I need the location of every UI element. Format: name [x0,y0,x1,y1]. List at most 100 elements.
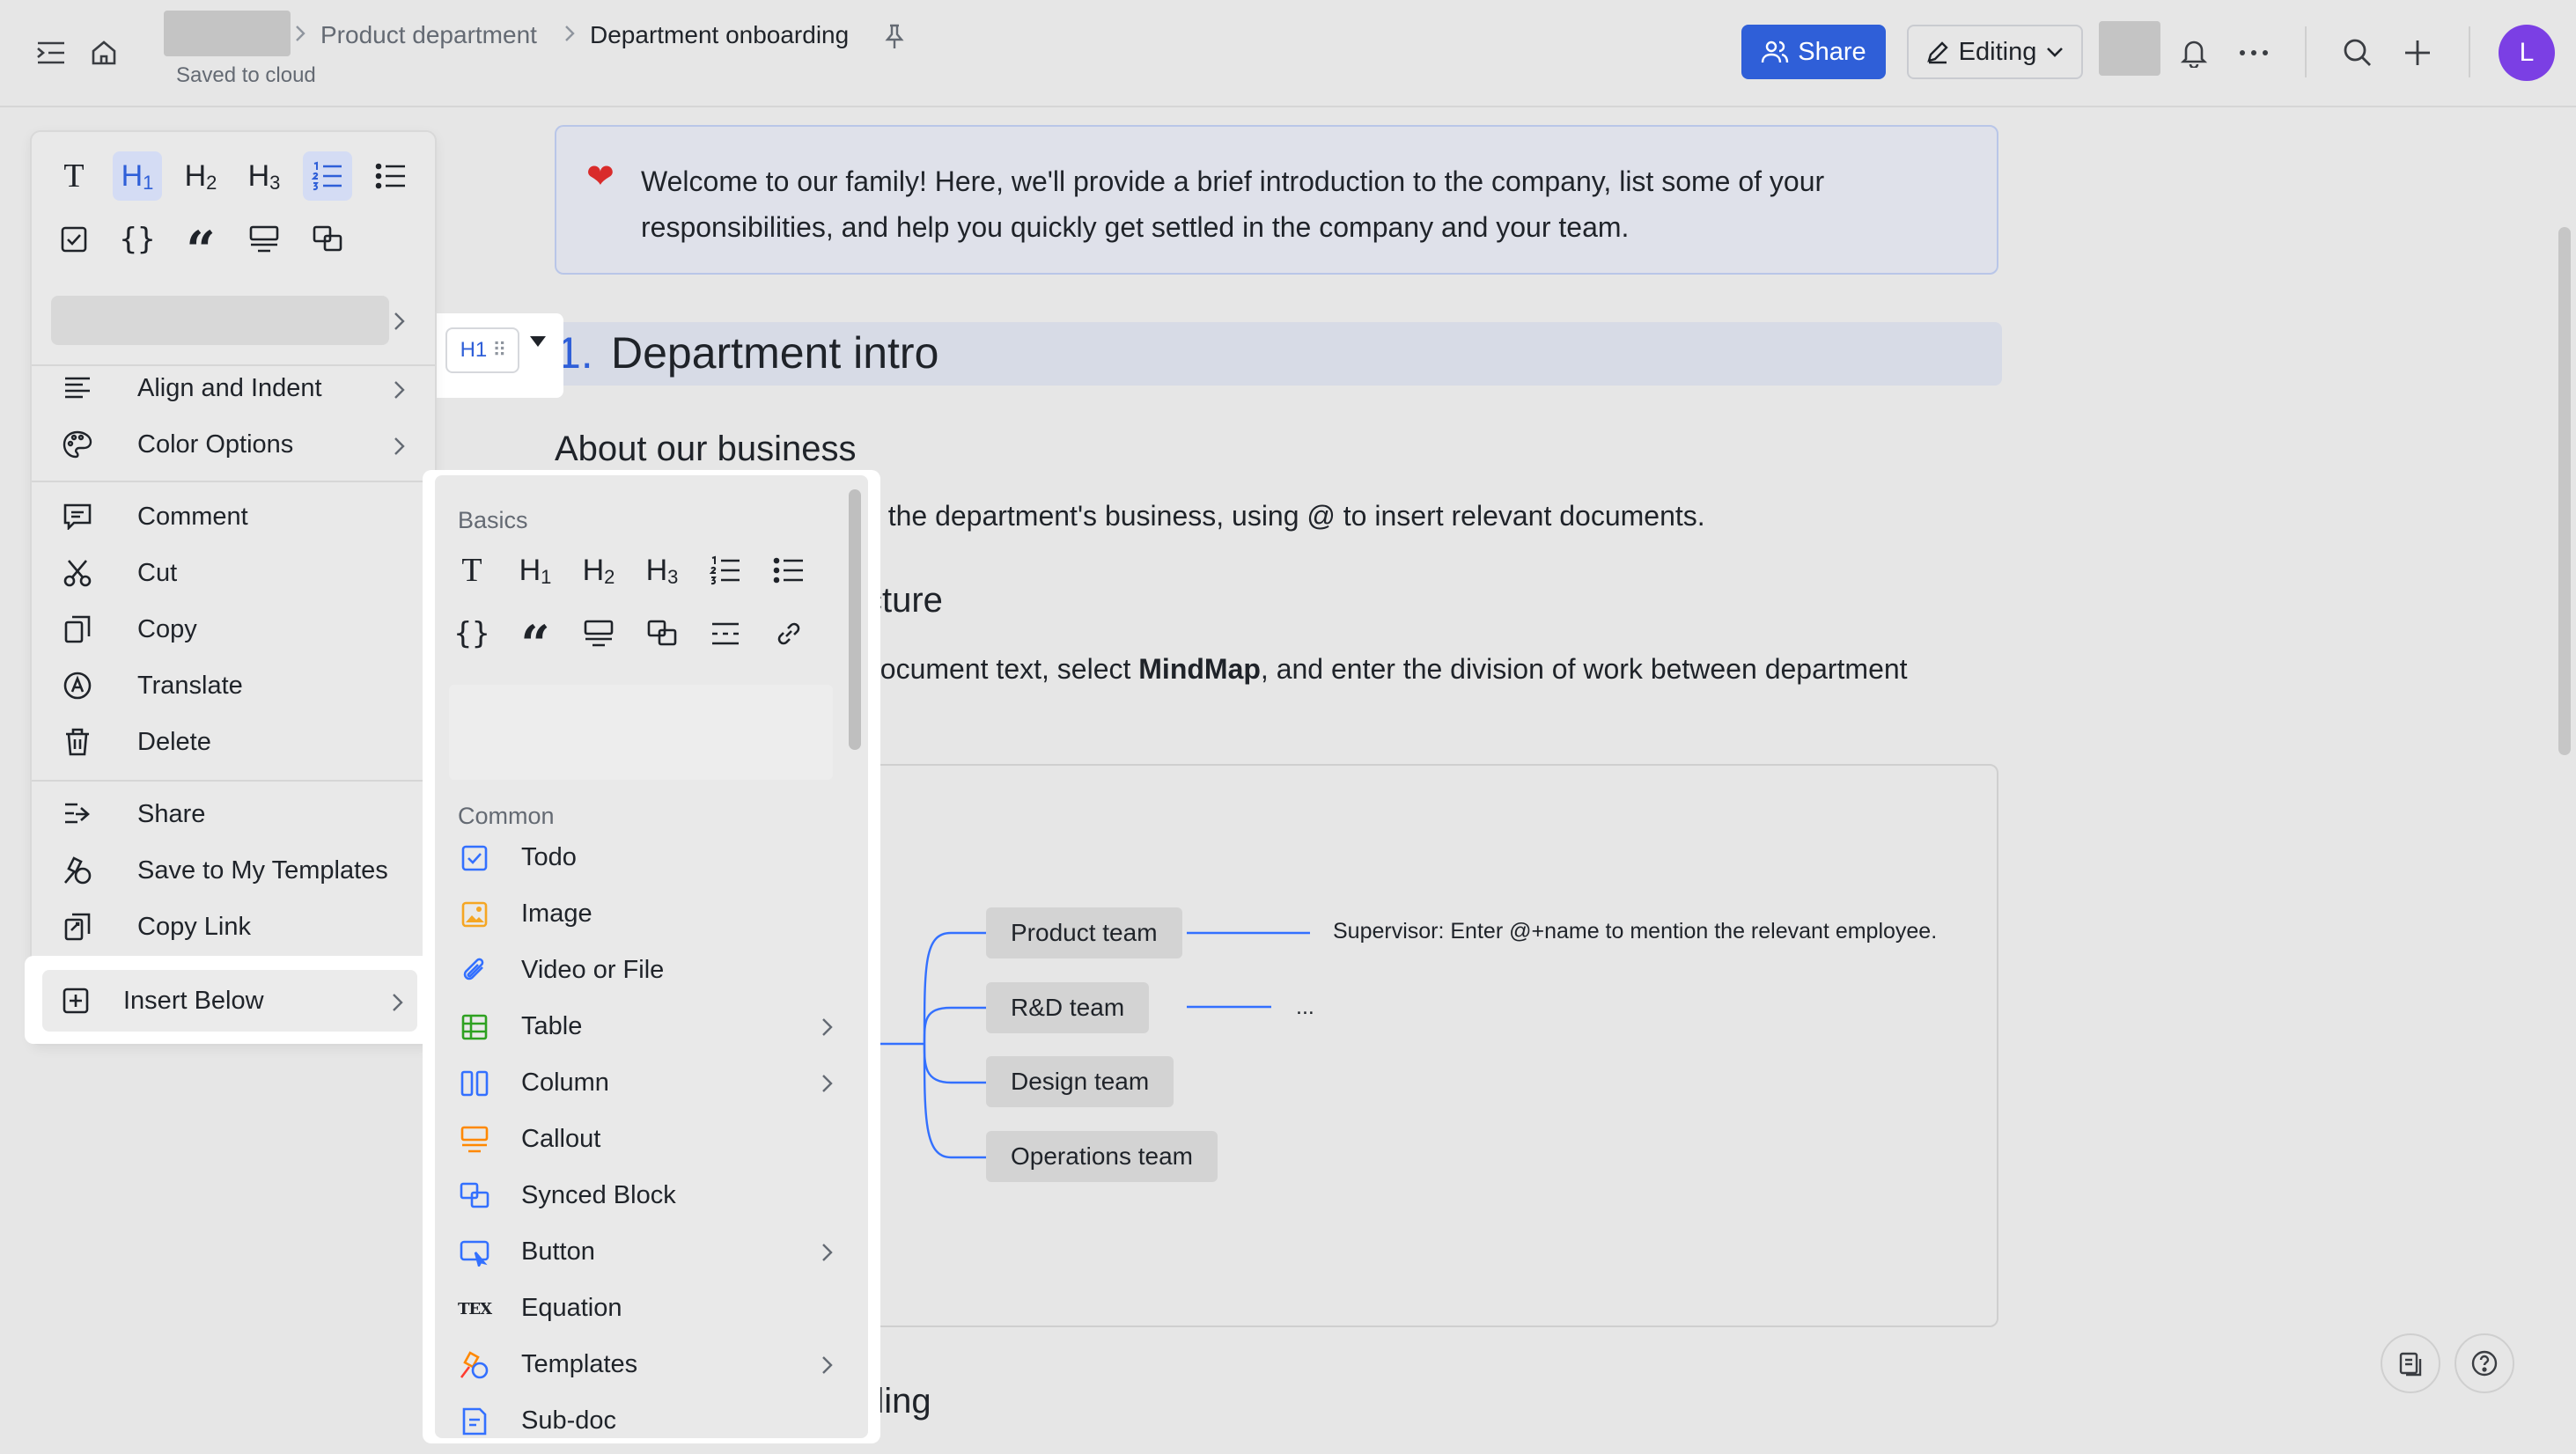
link-icon [62,911,93,943]
menu-item-color-options[interactable]: Color Options [44,417,424,472]
quote-icon[interactable]: “ [176,215,225,275]
image-icon [460,900,489,929]
home-icon[interactable] [85,33,123,72]
menu-item-cut[interactable]: Cut [44,546,424,600]
more-icon[interactable] [2234,33,2273,72]
drag-handle-icon[interactable]: ⠿ [492,339,506,362]
callout-format-icon[interactable] [239,215,289,264]
insert-item-callout[interactable]: Callout [449,1113,842,1165]
chevron-right-icon [821,1241,835,1264]
insert-item-equation[interactable]: TEX Equation [449,1281,842,1334]
blurred-menu-item[interactable] [51,296,389,345]
heading2-format-icon[interactable]: H2 [176,151,225,201]
heading-title: Department intro [611,328,939,378]
callout-block-icon[interactable] [574,609,623,658]
insert-submenu-scrollbar[interactable] [849,489,861,750]
about-text: o the department's business, using @ to … [865,500,1705,532]
breadcrumb-item[interactable]: Product department [320,21,537,49]
collaborator-thumbnail[interactable] [2099,21,2160,76]
insert-item-button[interactable]: Button [449,1225,842,1278]
heading1-format-icon[interactable]: H1 [113,151,162,201]
block-handle-area: H1 ⠿ [416,313,563,398]
top-bar: Product department Department onboarding… [0,0,2576,107]
menu-item-translate[interactable]: Translate [44,658,424,713]
heading1-icon: H1 [460,338,488,362]
menu-item-align-indent[interactable]: Align and Indent [44,361,424,415]
insert-item-templates[interactable]: Templates [449,1338,842,1391]
share-button[interactable]: Share [1741,25,1886,79]
heading2-block-icon[interactable]: H2 [574,546,623,595]
ordered-list-icon[interactable] [303,151,352,201]
code-block-icon[interactable]: {} [113,215,162,264]
editing-mode-dropdown[interactable]: Editing [1907,25,2083,79]
insert-item-video-file[interactable]: Video or File [449,944,842,996]
menu-item-comment[interactable]: Comment [44,489,424,544]
align-icon [62,372,93,404]
page-scrollbar[interactable] [2558,227,2571,755]
pin-icon[interactable] [875,18,914,56]
synced-block-icon [460,1181,489,1211]
translate-icon [62,670,93,701]
ordered-list-block-icon[interactable] [701,546,750,595]
caret-down-icon[interactable] [528,334,548,349]
menu-item-copy[interactable]: Copy [44,602,424,657]
synced-block-insert-icon[interactable] [637,609,687,658]
bell-icon[interactable] [2175,33,2213,72]
editing-label: Editing [1958,37,2037,66]
heart-icon: ❤ [586,158,615,195]
workspace-thumbnail[interactable] [164,11,291,56]
insert-item-sub-doc[interactable]: Sub-doc [449,1394,842,1438]
subdoc-icon [460,1406,489,1436]
mindmap-node[interactable]: Design team [986,1056,1174,1107]
insert-item-synced-block[interactable]: Synced Block [449,1169,842,1222]
code-block-insert-icon[interactable]: {} [447,609,497,658]
mindmap-supervisor-note[interactable]: Supervisor: Enter @+name to mention the … [1333,919,1937,944]
insert-item-image[interactable]: Image [449,887,842,940]
synced-block-format-icon[interactable] [303,215,352,264]
menu-item-save-template[interactable]: Save to My Templates [44,843,424,898]
insert-below-highlight: Insert Below [25,956,438,1044]
heading3-block-icon[interactable]: H3 [637,546,687,595]
bullet-list-block-icon[interactable] [764,546,813,595]
heading-block-selected[interactable]: 1. Department intro [549,322,2002,386]
menu-item-delete[interactable]: Delete [44,715,424,769]
block-context-menu: T H1 H2 H3 {} “ Align and Indent Color O… [30,130,437,1046]
chevron-right-icon [821,1072,835,1095]
copy-icon [62,613,93,645]
heading1-block-icon[interactable]: H1 [511,546,560,595]
structure-text: document text, select MindMap, and enter… [865,653,1908,685]
sidebar-toggle-icon[interactable] [32,33,70,72]
link-block-icon[interactable] [764,609,813,658]
insert-item-table[interactable]: Table [449,1000,842,1053]
plus-square-icon [60,985,92,1017]
comment-icon [62,501,93,532]
mindmap-node[interactable]: R&D team [986,982,1150,1033]
mindmap-node[interactable]: Operations team [986,1131,1218,1182]
outline-icon[interactable] [2381,1333,2440,1393]
common-section-title: Common [458,803,555,829]
insert-item-todo[interactable]: Todo [449,831,842,884]
menu-item-share[interactable]: Share [44,787,424,841]
heading3-format-icon[interactable]: H3 [239,151,289,201]
mindmap-ellipsis[interactable]: ... [1296,995,1314,1020]
quote-block-icon[interactable]: “ [511,609,560,670]
text-format-icon[interactable]: T [49,151,99,201]
mindmap-node[interactable]: Product team [986,907,1182,958]
divider-block-icon[interactable] [701,609,750,658]
bullet-list-icon[interactable] [366,151,416,201]
breadcrumb-current[interactable]: Department onboarding [590,21,849,49]
avatar[interactable]: L [2499,25,2555,81]
help-icon[interactable] [2455,1333,2514,1393]
menu-item-insert-below[interactable]: Insert Below [42,970,417,1032]
chevron-right-icon [563,23,576,44]
menu-item-copy-link[interactable]: Copy Link [44,900,424,954]
checkbox-format-icon[interactable] [49,215,99,264]
button-icon [460,1237,489,1267]
text-block-icon[interactable]: T [447,546,497,595]
blurred-insert-section [449,685,833,780]
plus-icon[interactable] [2398,33,2437,72]
block-handle[interactable]: H1 ⠿ [445,327,519,373]
search-icon[interactable] [2338,33,2377,72]
insert-item-column[interactable]: Column [449,1056,842,1109]
toolbar-divider [2305,26,2307,77]
